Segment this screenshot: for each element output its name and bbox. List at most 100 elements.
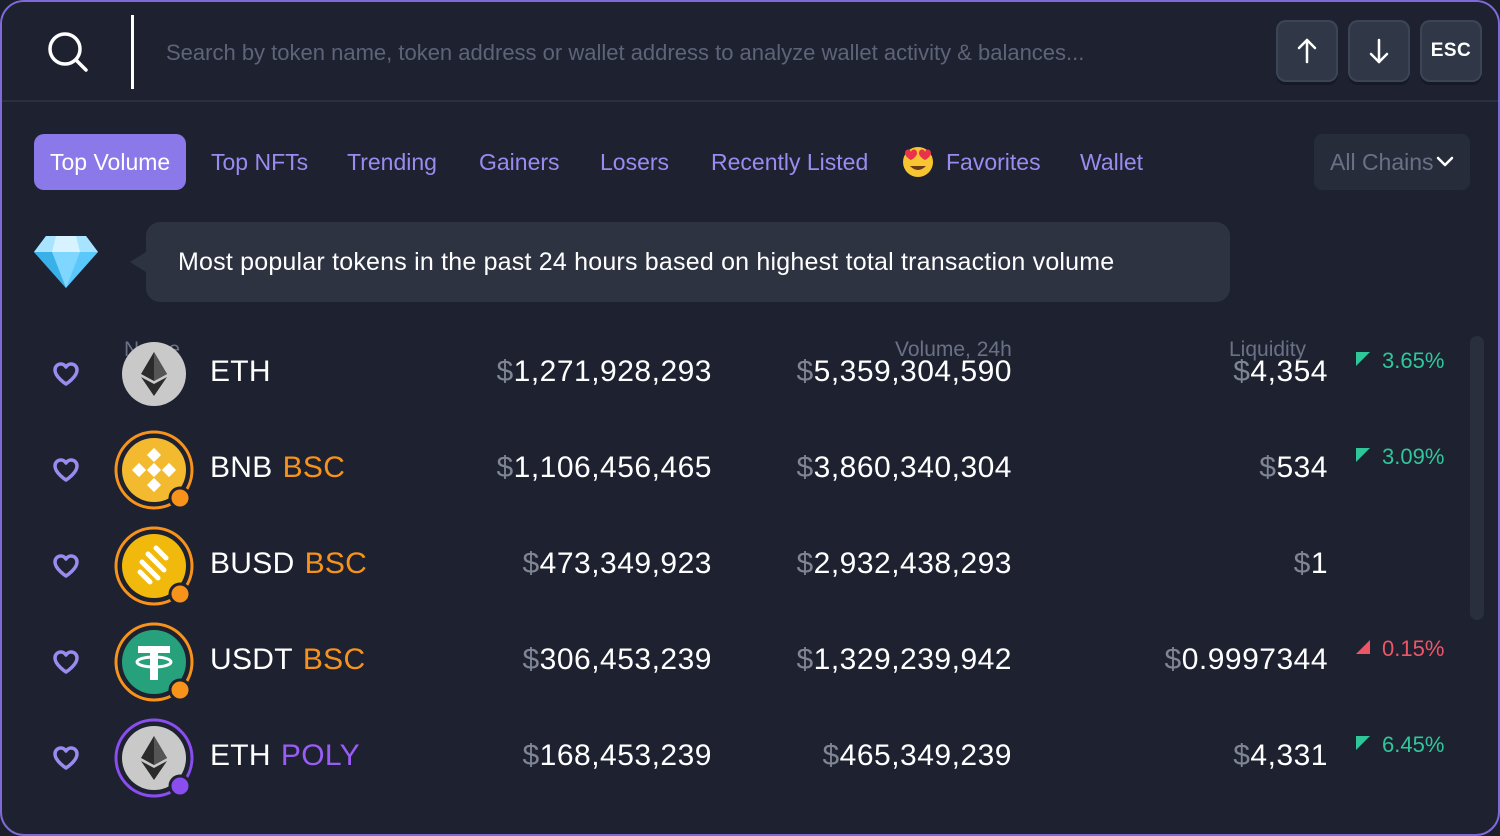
token-symbol: USDT	[210, 643, 293, 676]
tab-top-nfts[interactable]: Top NFTs	[211, 134, 308, 190]
chain-select-label: All Chains	[1330, 149, 1434, 175]
token-name[interactable]: BNB BSC	[210, 451, 345, 485]
token-chain: BSC	[302, 643, 366, 676]
arrow-up-icon	[1297, 38, 1317, 64]
trend-up-icon	[1356, 448, 1370, 462]
chain-select[interactable]: All Chains	[1314, 134, 1470, 190]
search-icon	[48, 32, 88, 72]
currency-symbol: $	[796, 355, 814, 388]
token-row[interactable]: USDT BSC $306,453,239 $1,329,239,942 $0.9997…	[2, 614, 1498, 710]
tab-top-volume[interactable]: Top Volume	[34, 134, 187, 190]
tab-recently-listed[interactable]: Recently Listed	[711, 134, 868, 190]
trend-up-icon	[1356, 352, 1370, 366]
volume-cell: $1,329,239,942	[796, 643, 1012, 677]
currency-symbol: $	[1233, 355, 1251, 388]
search-panel: ESC Top Volume Top NFTs Trending Gainers…	[0, 0, 1500, 836]
currency-symbol: $	[822, 739, 840, 772]
liquidity-cell: $4,354	[1233, 355, 1328, 389]
token-chain: BSC	[304, 547, 368, 580]
price-change: 3.65%	[1356, 348, 1444, 374]
tab-wallet[interactable]: Wallet	[1080, 134, 1143, 190]
token-value-cell: $1,271,928,293	[496, 355, 712, 389]
volume-value: 3,860,340,304	[813, 451, 1012, 484]
currency-symbol: $	[496, 355, 514, 388]
esc-label: ESC	[1430, 40, 1472, 61]
volume-value: 1,329,239,942	[813, 643, 1012, 676]
token-name[interactable]: ETH	[210, 355, 271, 389]
token-row[interactable]: BUSD BSC $473,349,923 $2,932,438,293 $1	[2, 518, 1498, 614]
busd-icon	[114, 526, 194, 606]
diamond-icon	[34, 236, 98, 288]
currency-symbol: $	[522, 739, 540, 772]
favorite-heart-icon[interactable]	[52, 457, 80, 483]
currency-symbol: $	[522, 547, 540, 580]
token-value: 306,453,239	[539, 643, 712, 676]
navigate-down-button[interactable]	[1348, 20, 1410, 82]
currency-symbol: $	[1293, 547, 1311, 580]
liquidity-value: 0.9997344	[1181, 643, 1328, 676]
heart-eyes-emoji-icon	[903, 147, 933, 177]
token-row[interactable]: ETH $1,271,928,293 $5,359,304,590 $4,354 3.6…	[2, 326, 1498, 422]
token-row[interactable]: BNB BSC $1,106,456,465 $3,860,340,304 $534 3.…	[2, 422, 1498, 518]
token-value: 473,349,923	[539, 547, 712, 580]
token-value-cell: $168,453,239	[522, 739, 712, 773]
search-input[interactable]	[164, 30, 1258, 76]
currency-symbol: $	[522, 643, 540, 676]
volume-cell: $2,932,438,293	[796, 547, 1012, 581]
search-bar: ESC	[2, 2, 1498, 102]
currency-symbol: $	[1233, 739, 1251, 772]
token-name[interactable]: ETH POLY	[210, 739, 360, 773]
chevron-down-icon	[1436, 156, 1454, 167]
volume-value: 5,359,304,590	[813, 355, 1012, 388]
token-symbol: ETH	[210, 355, 271, 388]
navigate-up-button[interactable]	[1276, 20, 1338, 82]
token-symbol: BNB	[210, 451, 273, 484]
liquidity-value: 4,354	[1250, 355, 1328, 388]
trend-up-icon	[1356, 736, 1370, 750]
liquidity-cell: $4,331	[1233, 739, 1328, 773]
trend-down-icon	[1356, 640, 1370, 654]
price-change-value: 3.65%	[1382, 348, 1445, 373]
favorite-heart-icon[interactable]	[52, 649, 80, 675]
tab-gainers[interactable]: Gainers	[479, 134, 560, 190]
token-chain: POLY	[280, 739, 360, 772]
tab-losers[interactable]: Losers	[600, 134, 669, 190]
price-change-value: 0.15%	[1382, 636, 1445, 661]
token-value-cell: $306,453,239	[522, 643, 712, 677]
ethereum-icon	[122, 342, 186, 406]
text-cursor	[131, 15, 134, 89]
liquidity-cell: $0.9997344	[1165, 643, 1329, 677]
favorite-heart-icon[interactable]	[52, 361, 80, 387]
currency-symbol: $	[496, 451, 514, 484]
token-value: 168,453,239	[539, 739, 712, 772]
token-value-cell: $1,106,456,465	[496, 451, 712, 485]
token-name[interactable]: USDT BSC	[210, 643, 365, 677]
banner-text: Most popular tokens in the past 24 hours…	[178, 248, 1115, 276]
favorite-heart-icon[interactable]	[52, 745, 80, 771]
liquidity-cell: $1	[1294, 547, 1328, 581]
price-change: 6.45%	[1356, 732, 1444, 758]
liquidity-cell: $534	[1259, 451, 1328, 485]
token-value: 1,271,928,293	[513, 355, 712, 388]
price-change: 0.15%	[1356, 636, 1444, 662]
tab-trending[interactable]: Trending	[347, 134, 437, 190]
tab-favorites[interactable]: Favorites	[946, 134, 1041, 190]
token-symbol: BUSD	[210, 547, 295, 580]
favorite-heart-icon[interactable]	[52, 553, 80, 579]
liquidity-value: 534	[1276, 451, 1328, 484]
liquidity-value: 4,331	[1250, 739, 1328, 772]
currency-symbol: $	[796, 547, 814, 580]
bnb-icon	[114, 430, 194, 510]
price-change-value: 6.45%	[1382, 732, 1445, 757]
token-symbol: ETH	[210, 739, 271, 772]
tether-icon	[114, 622, 194, 702]
currency-symbol: $	[796, 643, 814, 676]
token-name[interactable]: BUSD BSC	[210, 547, 367, 581]
esc-button[interactable]: ESC	[1420, 20, 1482, 82]
price-change: 3.09%	[1356, 444, 1444, 470]
volume-cell: $465,349,239	[822, 739, 1012, 773]
token-row[interactable]: ETH POLY $168,453,239 $465,349,239 $4,331 6.4…	[2, 710, 1498, 806]
ethereum-icon	[114, 718, 194, 798]
price-change-value: 3.09%	[1382, 444, 1445, 469]
currency-symbol: $	[1164, 643, 1182, 676]
